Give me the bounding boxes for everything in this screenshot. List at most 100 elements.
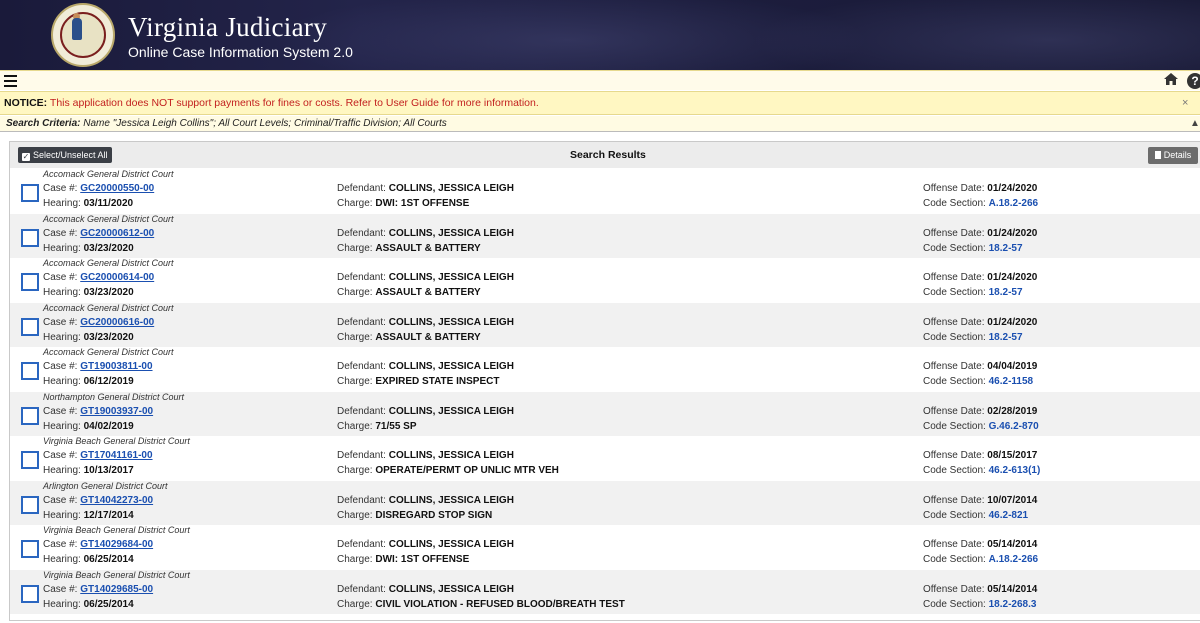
- help-icon[interactable]: ?: [1187, 73, 1200, 89]
- court-name: Northampton General District Court: [43, 391, 185, 402]
- case-number-link[interactable]: GT14029685-00: [80, 584, 153, 595]
- code-section-link[interactable]: 18.2-268.3: [989, 599, 1037, 610]
- case-label: Case #:: [43, 316, 81, 328]
- site-subtitle: Online Case Information System 2.0: [128, 44, 353, 60]
- charge-text: EXPIRED STATE INSPECT: [375, 376, 500, 387]
- code-section-link[interactable]: G.46.2-870: [989, 421, 1039, 432]
- result-row: Accomack General District Court Case #: …: [10, 258, 1200, 303]
- charge-text: DWI: 1ST OFFENSE: [375, 554, 470, 565]
- charge-text: ASSAULT & BATTERY: [375, 331, 481, 343]
- code-section-link[interactable]: 18.2-57: [989, 243, 1023, 254]
- code-section-link[interactable]: A.18.2-266: [989, 554, 1038, 565]
- defendant-label: Defendant:: [337, 183, 389, 194]
- home-icon[interactable]: [1163, 72, 1179, 91]
- hearing-date: 06/25/2014: [83, 554, 134, 565]
- row-checkbox[interactable]: [21, 584, 39, 603]
- offense-date: 01/24/2020: [987, 227, 1038, 239]
- code-section-line: Code Section: 46.2-1158: [923, 376, 1033, 387]
- search-results-panel: ✓ Select/Unselect All Search Results Deta…: [9, 141, 1200, 621]
- result-row: Virginia Beach General District Court Ca…: [10, 436, 1200, 481]
- code-section-label: Code Section:: [923, 242, 989, 254]
- code-section-label: Code Section:: [923, 420, 989, 432]
- case-number-link[interactable]: GT19003937-00: [80, 406, 153, 417]
- hearing-label: Hearing:: [43, 331, 84, 343]
- row-checkbox[interactable]: [21, 495, 39, 514]
- row-checkbox[interactable]: [21, 362, 39, 380]
- hamburger-menu-icon[interactable]: [4, 75, 17, 87]
- charge-label: Charge:: [337, 242, 376, 254]
- row-checkbox[interactable]: [21, 273, 39, 291]
- code-section-line: Code Section: 18.2-57: [923, 243, 1023, 254]
- hearing-date: 06/25/2014: [83, 598, 134, 610]
- hearing-date: 03/23/2020: [83, 331, 134, 343]
- case-label: Case #:: [43, 405, 81, 417]
- offense-date-line: Offense Date: 01/24/2020: [923, 272, 1037, 283]
- court-name: Accomack General District Court: [43, 347, 174, 357]
- court-name: Accomack General District Court: [43, 302, 174, 313]
- code-section-link[interactable]: A.18.2-266: [989, 198, 1038, 209]
- defendant-line: Defendant: COLLINS, JESSICA LEIGH: [337, 406, 514, 417]
- hearing-label: Hearing:: [43, 554, 84, 565]
- code-section-link[interactable]: 18.2-57: [989, 287, 1023, 298]
- code-section-link[interactable]: 18.2-57: [989, 332, 1023, 343]
- hearing-line: Hearing: 10/13/2017: [43, 465, 134, 476]
- document-icon: [1154, 151, 1161, 159]
- defendant-name: COLLINS, JESSICA LEIGH: [388, 316, 514, 328]
- details-label: Details: [1163, 150, 1192, 160]
- case-number-link[interactable]: GC20000614-00: [80, 272, 154, 283]
- hearing-label: Hearing:: [43, 198, 84, 209]
- code-section-label: Code Section:: [923, 287, 989, 298]
- result-row: Accomack General District Court Case #: …: [10, 213, 1200, 258]
- details-button[interactable]: Details: [1148, 147, 1198, 164]
- search-criteria-text: Name "Jessica Leigh Collins"; All Court …: [83, 118, 447, 129]
- defendant-name: COLLINS, JESSICA LEIGH: [388, 227, 514, 239]
- case-label: Case #:: [43, 450, 81, 461]
- code-section-link[interactable]: 46.2-613(1): [989, 465, 1041, 476]
- offense-date: 05/14/2014: [987, 539, 1038, 550]
- offense-date: 05/14/2014: [987, 583, 1038, 595]
- hearing-date: 03/23/2020: [83, 242, 134, 254]
- code-section-link[interactable]: 46.2-1158: [989, 376, 1034, 387]
- row-checkbox[interactable]: [21, 406, 39, 425]
- case-number-link[interactable]: GT19003811-00: [80, 361, 152, 372]
- offense-date-label: Offense Date:: [923, 361, 988, 372]
- code-section-line: Code Section: A.18.2-266: [923, 554, 1038, 565]
- court-name: Arlington General District Court: [43, 480, 168, 491]
- row-checkbox[interactable]: [21, 540, 39, 558]
- code-section-label: Code Section:: [923, 465, 989, 476]
- offense-date-line: Offense Date: 01/24/2020: [923, 317, 1037, 328]
- checkbox-icon: ✓: [22, 152, 30, 161]
- collapse-caret-icon[interactable]: ▲: [1190, 116, 1200, 131]
- defendant-line: Defendant: COLLINS, JESSICA LEIGH: [337, 317, 514, 328]
- case-number-link[interactable]: GT14029684-00: [80, 539, 153, 550]
- case-number-link[interactable]: GC20000616-00: [80, 317, 154, 328]
- row-checkbox[interactable]: [21, 317, 39, 336]
- banner-decoration: [700, 0, 1200, 70]
- case-number-link[interactable]: GT17041161-00: [80, 450, 152, 461]
- defendant-line: Defendant: COLLINS, JESSICA LEIGH: [337, 272, 514, 283]
- case-number-link[interactable]: GT14042273-00: [80, 495, 153, 506]
- case-number-link[interactable]: GC20000612-00: [80, 228, 154, 239]
- defendant-label: Defendant:: [337, 272, 389, 283]
- charge-text: ASSAULT & BATTERY: [375, 242, 481, 254]
- code-section-link[interactable]: 46.2-821: [989, 510, 1028, 521]
- case-number-link[interactable]: GC20000550-00: [80, 183, 154, 194]
- row-checkbox[interactable]: [21, 184, 39, 202]
- case-label: Case #:: [43, 583, 81, 595]
- search-criteria-bar: Search Criteria: Name "Jessica Leigh Col…: [0, 116, 1200, 132]
- defendant-line: Defendant: COLLINS, JESSICA LEIGH: [337, 228, 514, 239]
- row-checkbox[interactable]: [21, 451, 39, 469]
- charge-label: Charge:: [337, 376, 376, 387]
- notice-close-icon[interactable]: ×: [1182, 92, 1188, 114]
- offense-date: 02/28/2019: [987, 405, 1038, 417]
- defendant-name: COLLINS, JESSICA LEIGH: [388, 494, 514, 506]
- offense-date-line: Offense Date: 01/24/2020: [923, 183, 1037, 194]
- charge-label: Charge:: [337, 554, 376, 565]
- case-number-line: Case #: GC20000614-00: [43, 272, 154, 283]
- code-section-line: Code Section: A.18.2-266: [923, 198, 1038, 209]
- hearing-label: Hearing:: [43, 376, 84, 387]
- results-list: Accomack General District Court Case #: …: [10, 169, 1200, 614]
- row-checkbox[interactable]: [21, 228, 39, 247]
- offense-date: 04/04/2019: [987, 361, 1038, 372]
- select-all-button[interactable]: ✓ Select/Unselect All: [18, 147, 112, 163]
